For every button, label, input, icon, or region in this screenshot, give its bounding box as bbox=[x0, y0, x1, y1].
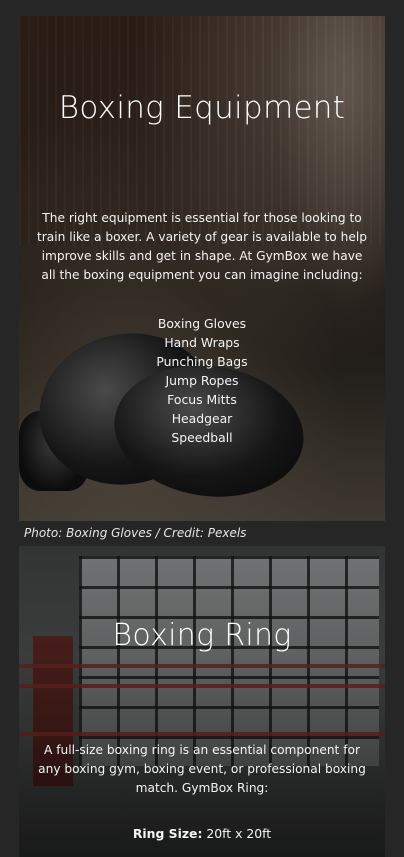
boxing-ring-card: Boxing Ring A full-size boxing ring is a… bbox=[19, 546, 385, 857]
background-figure-shadow bbox=[265, 16, 385, 356]
boxing-equipment-description: The right equipment is essential for tho… bbox=[37, 211, 367, 282]
list-item: Focus Mitts bbox=[167, 392, 237, 407]
equipment-list: Boxing Gloves Hand Wraps Punching Bags J… bbox=[19, 314, 385, 447]
list-item: Boxing Gloves bbox=[157, 316, 247, 331]
ring-size-value: 20ft x 20ft bbox=[202, 826, 272, 841]
list-item: Headgear bbox=[171, 411, 233, 426]
list-item: Hand Wraps bbox=[164, 335, 240, 350]
photo-caption: Photo: Boxing Gloves / Credit: Pexels bbox=[24, 526, 247, 540]
list-item: Punching Bags bbox=[156, 354, 248, 369]
ring-size-label: Ring Size: bbox=[132, 826, 203, 841]
boxing-ring-title: Boxing Ring bbox=[112, 618, 292, 653]
image-overlay bbox=[19, 546, 385, 857]
ring-size-spec: Ring Size: 20ft x 20ft bbox=[19, 826, 385, 841]
list-item: Jump Ropes bbox=[165, 373, 239, 388]
page: Boxing Equipment The right equipment is … bbox=[0, 0, 404, 857]
boxing-equipment-card: Boxing Equipment The right equipment is … bbox=[19, 16, 385, 521]
boxing-ring-description: A full-size boxing ring is an essential … bbox=[38, 743, 366, 795]
boxing-equipment-title: Boxing Equipment bbox=[58, 90, 346, 126]
list-item: Speedball bbox=[171, 430, 233, 445]
